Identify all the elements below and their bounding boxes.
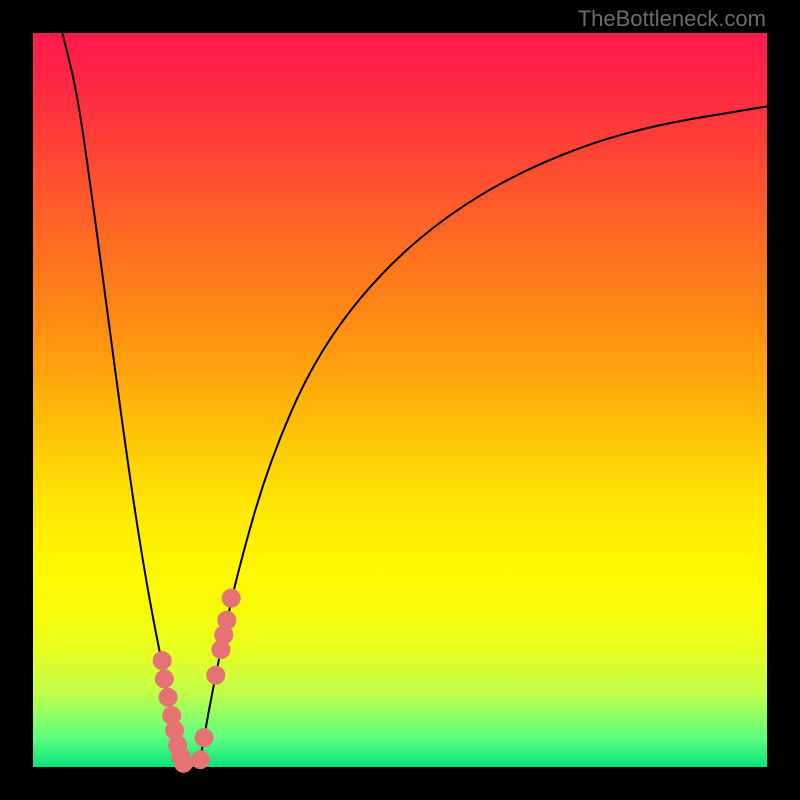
scatter-dot [191, 751, 209, 769]
chart-frame: TheBottleneck.com [0, 0, 800, 800]
scatter-dot [195, 729, 213, 747]
scatter-dot [174, 754, 192, 772]
chart-svg [33, 33, 767, 767]
watermark-text: TheBottleneck.com [578, 6, 766, 32]
scatter-dot [155, 670, 173, 688]
scatter-dot [218, 611, 236, 629]
scatter-dot [159, 688, 177, 706]
scatter-dot [153, 652, 171, 670]
scatter-dot [222, 589, 240, 607]
curve-right-branch [199, 106, 767, 767]
scatter-dot [207, 666, 225, 684]
scatter-dots-group [153, 589, 240, 772]
